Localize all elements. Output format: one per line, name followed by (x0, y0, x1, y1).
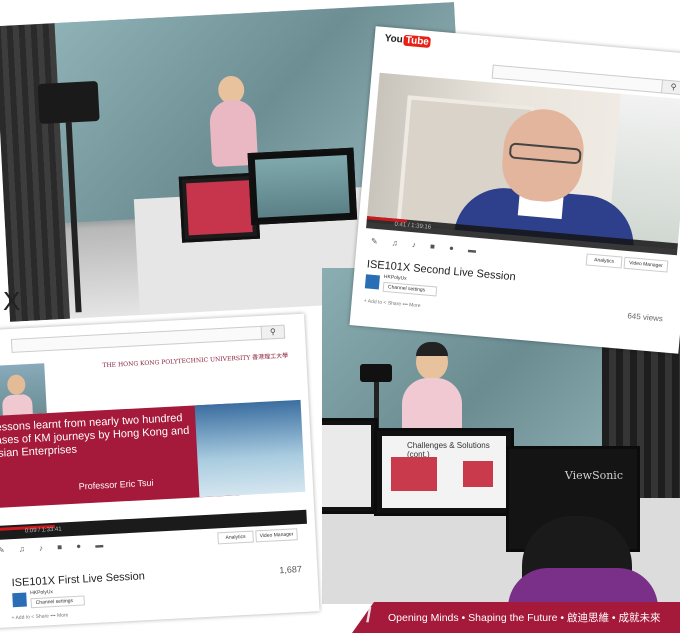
monitor-left (178, 172, 261, 243)
video-player[interactable]: THE HONG KONG POLYTECHNIC UNIVERSITY 香港理… (0, 343, 307, 531)
monitor-brand: ViewSonic (564, 469, 623, 482)
stray-letter: X (3, 286, 21, 316)
monitor-right (247, 147, 358, 226)
channel-settings-button[interactable]: Channel settings (382, 281, 438, 297)
slogan-banner: / Opening Minds • Shaping the Future • 啟… (352, 602, 680, 633)
slide-title: Lessons learnt from nearly two hundred c… (0, 412, 190, 461)
operator (508, 568, 658, 604)
youtube-logo[interactable]: You Tube (384, 33, 432, 49)
video-title: ISE101X First Live Session (11, 570, 146, 590)
channel-avatar[interactable] (364, 274, 380, 290)
video-time: 0:09 / 1:33:41 (24, 526, 62, 535)
channel-avatar[interactable] (12, 592, 27, 608)
channel-name[interactable]: HKPolyUx (30, 589, 53, 596)
search-icon[interactable]: ⚲ (660, 79, 680, 96)
slogan-text: Opening Minds • Shaping the Future • 啟迪思… (388, 612, 661, 624)
edit-tools-icons[interactable]: ✎ ♫ ♪ ■ ● ▬ (371, 237, 483, 256)
monitor-side (322, 418, 378, 514)
slash-accent: / (366, 605, 372, 627)
view-count: 645 views (627, 311, 664, 324)
video-actions[interactable]: + Add to < Share ••• More (363, 298, 420, 309)
youtube-first-session-screenshot: ⚲ THE HONG KONG POLYTECHNIC UNIVERSITY 香… (0, 313, 320, 629)
analytics-button[interactable]: Analytics (585, 253, 623, 269)
university-logo: THE HONG KONG POLYTECHNIC UNIVERSITY 香港理… (102, 352, 289, 370)
video-camera (37, 80, 100, 125)
view-count: 1,687 (279, 564, 303, 576)
building-image (194, 399, 306, 498)
monitor-slide: Challenges & Solutions (cont.) (374, 428, 514, 516)
slide-graphic (391, 457, 437, 491)
search-icon[interactable]: ⚲ (260, 324, 286, 340)
video-manager-button[interactable]: Video Manager (623, 256, 669, 273)
slide-presenter: Professor Eric Tsui (78, 477, 154, 492)
analytics-button[interactable]: Analytics (217, 530, 254, 545)
video-actions[interactable]: + Add to < Share ••• More (11, 612, 68, 621)
slide-graphic (463, 461, 493, 487)
youtube-second-session-screenshot: You Tube ⚲ 0:41 / 1:39:16 ✎ ♫ ♪ ■ ● ▬ Ana… (349, 26, 680, 354)
presenter-thumbnail (0, 363, 47, 417)
video-time: 0:41 / 1:39:16 (394, 221, 432, 231)
edit-tools-icons[interactable]: ✎ ♫ ♪ ■ ● ▬ (0, 540, 110, 555)
video-camera (360, 364, 392, 382)
video-manager-button[interactable]: Video Manager (255, 528, 298, 543)
channel-settings-button[interactable]: Channel settings (30, 595, 85, 609)
channel-name[interactable]: HKPolyUx (384, 274, 407, 282)
